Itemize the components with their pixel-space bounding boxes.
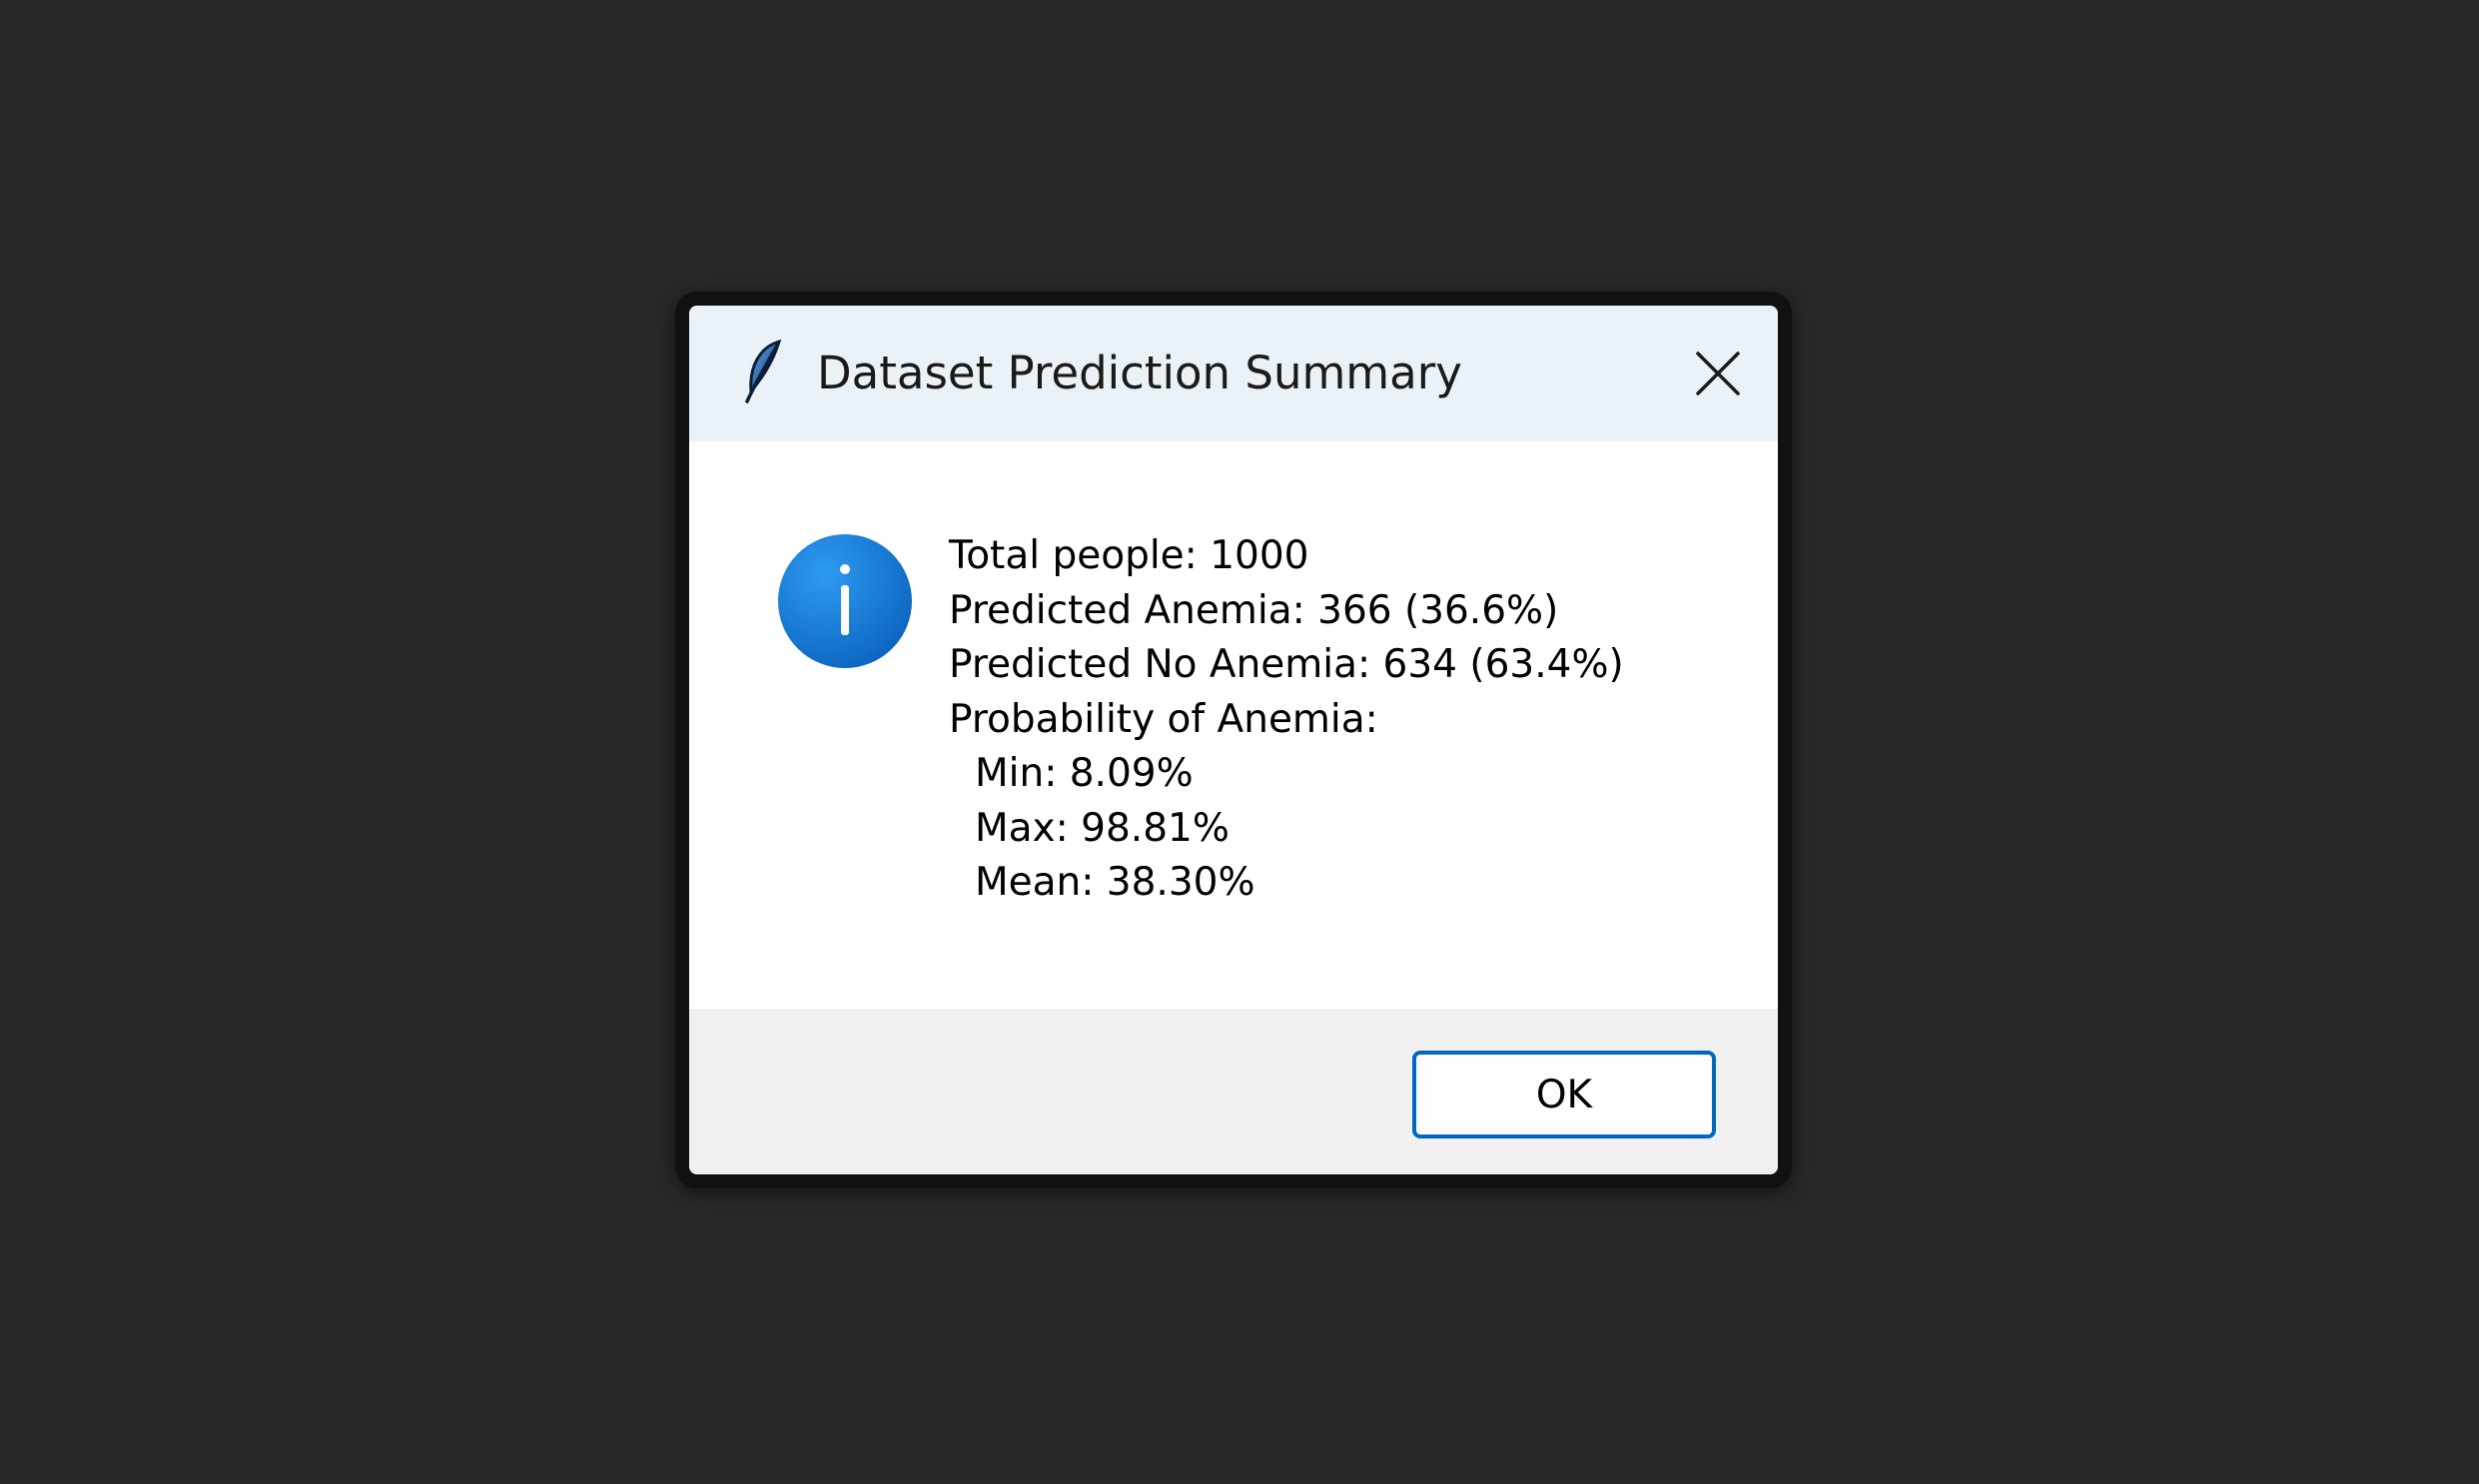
probability-max-text: Max: 98.81% — [975, 805, 1230, 851]
summary-message: Total people: 1000 Predicted Anemia: 366… — [949, 529, 1624, 911]
predicted-no-anemia-text: Predicted No Anemia: 634 (63.4%) — [949, 642, 1624, 687]
message-area: Total people: 1000 Predicted Anemia: 366… — [689, 441, 1778, 1009]
info-icon — [777, 533, 913, 669]
close-button[interactable] — [1658, 306, 1778, 441]
probability-min-text: Min: 8.09% — [975, 751, 1194, 796]
ok-button[interactable]: OK — [1412, 1051, 1716, 1138]
title-bar[interactable]: Dataset Prediction Summary — [689, 306, 1778, 441]
window-title: Dataset Prediction Summary — [817, 347, 1462, 399]
probability-mean-text: Mean: 38.30% — [975, 860, 1255, 905]
button-bar: OK — [689, 1009, 1778, 1174]
close-icon — [1696, 352, 1740, 395]
probability-heading: Probability of Anemia: — [949, 696, 1378, 742]
total-people-text: Total people: 1000 — [949, 533, 1309, 578]
predicted-anemia-text: Predicted Anemia: 366 (36.6%) — [949, 587, 1559, 633]
message-dialog: Dataset Prediction Summary Total people:… — [675, 292, 1792, 1188]
feather-icon — [741, 339, 785, 405]
